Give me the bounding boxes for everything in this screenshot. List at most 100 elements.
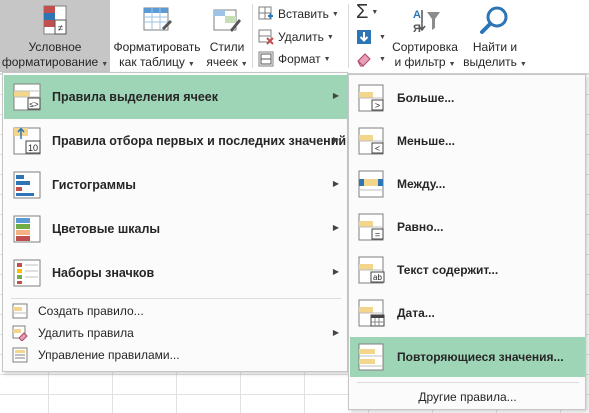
- submenu-item-label: Равно...: [397, 220, 444, 234]
- ribbon-separator: [252, 4, 253, 68]
- find-select-label-2: выделить: [463, 55, 517, 69]
- chevron-down-icon: ▼: [331, 10, 339, 18]
- menu-item-label: Цветовые шкалы: [52, 222, 161, 236]
- find-select-label-1: Найти и: [472, 40, 518, 54]
- format-as-table-label-2: как таблицу: [119, 55, 185, 69]
- menu-item-highlight-cells-rules[interactable]: ≤> Правила выделения ячеек ▶: [4, 75, 347, 119]
- less-than-icon: <: [358, 127, 384, 155]
- format-cells-icon: [258, 51, 274, 67]
- chevron-down-icon: ▼: [519, 61, 527, 68]
- format-as-table-button[interactable]: Форматировать как таблицу ▼: [112, 0, 202, 72]
- svg-text:ab: ab: [373, 273, 382, 282]
- menu-item-label: Создать правило...: [38, 304, 144, 318]
- ribbon: ≠ Условное форматирование ▼ Форматировать…: [0, 0, 589, 74]
- chevron-down-icon: ▼: [240, 61, 248, 68]
- menu-item-new-rule[interactable]: Создать правило...: [4, 300, 347, 322]
- svg-text:Я: Я: [413, 23, 421, 35]
- chevron-down-icon: ▼: [379, 33, 386, 41]
- find-select-button[interactable]: Найти и выделить ▼: [463, 0, 527, 72]
- delete-label: Удалить: [278, 30, 324, 44]
- insert-label: Вставить: [278, 7, 329, 21]
- greater-than-icon: >: [358, 84, 384, 112]
- submenu-item-label: Текст содержит...: [397, 263, 499, 277]
- svg-text:А: А: [413, 9, 421, 21]
- menu-item-clear-rules[interactable]: Удалить правила ▶: [4, 322, 347, 344]
- cell-styles-icon: [213, 9, 241, 32]
- manage-rules-icon: [12, 347, 28, 363]
- chevron-down-icon: ▼: [448, 61, 456, 68]
- format-as-table-label-1: Форматировать: [113, 40, 201, 54]
- submenu-item-label: Между...: [397, 177, 446, 191]
- menu-item-label: Наборы значков: [52, 266, 155, 280]
- cell-styles-button[interactable]: Стили ячеек ▼: [204, 0, 250, 72]
- menu-item-manage-rules[interactable]: Управление правилами...: [4, 344, 347, 366]
- submenu-item-label: Дата...: [397, 306, 435, 320]
- chevron-right-icon: ▶: [332, 135, 339, 144]
- submenu-item-text-contains[interactable]: ab Текст содержит...: [350, 249, 585, 291]
- chevron-right-icon: ▶: [332, 179, 339, 188]
- fill-down-icon: [357, 30, 371, 44]
- chevron-right-icon: ▶: [332, 267, 339, 276]
- submenu-item-duplicate-values[interactable]: Повторяющиеся значения...: [350, 337, 585, 377]
- submenu-item-equal-to[interactable]: = Равно...: [350, 206, 585, 248]
- submenu-divider: [357, 382, 579, 383]
- format-button[interactable]: Формат ▼: [258, 49, 331, 69]
- conditional-formatting-menu: ≤> Правила выделения ячеек ▶ 10 Правила …: [2, 72, 348, 372]
- format-label: Формат: [278, 52, 321, 66]
- date-calendar-icon: [358, 299, 385, 327]
- duplicate-values-icon: [358, 343, 384, 371]
- conditional-formatting-label-1: Условное: [28, 40, 82, 54]
- submenu-item-less-than[interactable]: < Меньше...: [350, 120, 585, 162]
- submenu-item-greater-than[interactable]: > Больше...: [350, 77, 585, 119]
- submenu-item-date-occurring[interactable]: Дата...: [350, 292, 585, 334]
- eraser-icon: [357, 53, 371, 67]
- svg-text:≤>: ≤>: [29, 100, 38, 109]
- svg-text:=: =: [375, 230, 380, 240]
- conditional-formatting-button[interactable]: ≠ Условное форматирование ▼: [0, 0, 110, 72]
- chevron-down-icon: ▼: [323, 55, 331, 63]
- fill-button[interactable]: ▼: [356, 27, 386, 47]
- conditional-formatting-label-2: форматирование: [1, 55, 99, 69]
- sort-filter-label-1: Сортировка: [392, 40, 458, 54]
- menu-item-label: Правила отбора первых и последних значен…: [52, 134, 347, 148]
- insert-button[interactable]: Вставить ▼: [258, 4, 339, 24]
- svg-text:≠: ≠: [58, 23, 63, 33]
- chevron-down-icon: ▼: [379, 55, 386, 63]
- text-contains-icon: ab: [358, 256, 385, 284]
- clear-rules-icon: [12, 325, 28, 341]
- new-rule-icon: [12, 303, 28, 319]
- menu-item-icon-sets[interactable]: Наборы значков ▶: [4, 251, 347, 295]
- sort-filter-label-2: и фильтр: [394, 55, 446, 69]
- submenu-item-between[interactable]: Между...: [350, 163, 585, 205]
- menu-item-data-bars[interactable]: Гистограммы ▶: [4, 163, 347, 207]
- chevron-down-icon: ▼: [371, 8, 379, 16]
- top-bottom-rules-icon: 10: [13, 127, 41, 155]
- find-select-label-2-wrap: выделить ▼: [463, 55, 527, 72]
- svg-text:<: <: [375, 144, 380, 154]
- between-icon: [358, 170, 384, 198]
- highlight-cells-rules-submenu: > Больше... < Меньше... Между... = Равно…: [348, 74, 586, 410]
- autosum-button[interactable]: Σ ▼: [356, 0, 379, 23]
- chevron-down-icon: ▼: [101, 61, 109, 68]
- clear-button[interactable]: ▼: [356, 49, 386, 69]
- menu-item-label: Удалить правила: [38, 326, 134, 340]
- sort-filter-button[interactable]: А Я Сортировка и фильтр ▼: [390, 0, 460, 72]
- data-bars-icon: [13, 171, 41, 199]
- chevron-down-icon: ▼: [326, 33, 334, 41]
- submenu-item-more-rules[interactable]: Другие правила...: [350, 387, 585, 407]
- magnifier-icon: [480, 6, 508, 34]
- cell-styles-label-2-wrap: ячеек ▼: [206, 55, 247, 72]
- chevron-right-icon: ▶: [332, 91, 339, 100]
- delete-cells-icon: [258, 29, 274, 45]
- highlight-cells-rules-icon: ≤>: [13, 83, 41, 111]
- equal-to-icon: =: [358, 213, 384, 241]
- delete-button[interactable]: Удалить ▼: [258, 27, 334, 47]
- conditional-formatting-label-2-wrap: форматирование ▼: [2, 55, 108, 72]
- submenu-item-label: Меньше...: [397, 134, 455, 148]
- cell-styles-label-2: ячеек: [206, 55, 238, 69]
- svg-text:10: 10: [28, 143, 38, 153]
- chevron-right-icon: ▶: [332, 328, 339, 337]
- menu-item-color-scales[interactable]: Цветовые шкалы ▶: [4, 207, 347, 251]
- menu-item-top-bottom-rules[interactable]: 10 Правила отбора первых и последних зна…: [4, 119, 347, 163]
- sigma-icon: Σ: [356, 0, 369, 23]
